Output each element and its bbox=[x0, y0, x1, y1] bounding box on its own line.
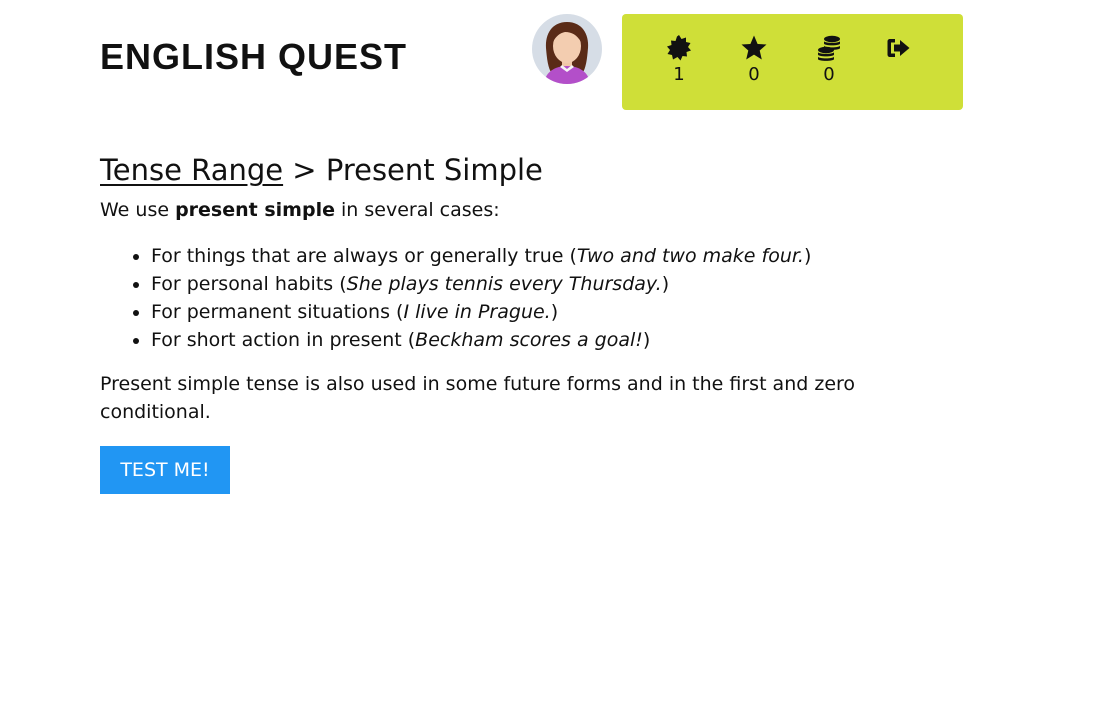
intro-paragraph: We use present simple in several cases: bbox=[100, 199, 500, 221]
stat-stars: 0 bbox=[734, 34, 774, 86]
badge-icon bbox=[667, 35, 691, 61]
list-item: For personal habits (She plays tennis ev… bbox=[151, 270, 900, 298]
avatar-girl-icon bbox=[544, 22, 590, 84]
logout-icon bbox=[887, 39, 910, 57]
logout-button[interactable] bbox=[879, 34, 919, 62]
breadcrumb-separator: > bbox=[283, 153, 326, 188]
coin-count: 0 bbox=[823, 64, 835, 85]
stat-coins: 0 bbox=[809, 34, 849, 86]
avatar[interactable] bbox=[532, 14, 602, 84]
lesson-content: We use present simple in several cases: … bbox=[100, 196, 900, 426]
list-item: For things that are always or generally … bbox=[151, 242, 900, 270]
star-icon bbox=[741, 35, 767, 60]
page-title: Present Simple bbox=[325, 153, 543, 188]
test-me-button[interactable]: TEST ME! bbox=[100, 446, 230, 494]
outro-paragraph: Present simple tense is also used in som… bbox=[100, 373, 856, 423]
list-item: For short action in present (Beckham sco… bbox=[151, 326, 900, 354]
breadcrumb-link-tense-range[interactable]: Tense Range bbox=[100, 153, 283, 187]
list-item: For permanent situations (I live in Prag… bbox=[151, 298, 900, 326]
breadcrumb: Tense Range > Present Simple bbox=[100, 153, 543, 187]
stat-badges: 1 bbox=[659, 34, 699, 86]
coins-icon bbox=[818, 35, 840, 61]
badge-count: 1 bbox=[673, 64, 685, 85]
usage-list: For things that are always or generally … bbox=[100, 242, 900, 354]
star-count: 0 bbox=[748, 64, 760, 85]
stats-panel: 1 0 0 bbox=[622, 14, 963, 110]
logo: ENGLISH QUEST bbox=[100, 36, 408, 77]
